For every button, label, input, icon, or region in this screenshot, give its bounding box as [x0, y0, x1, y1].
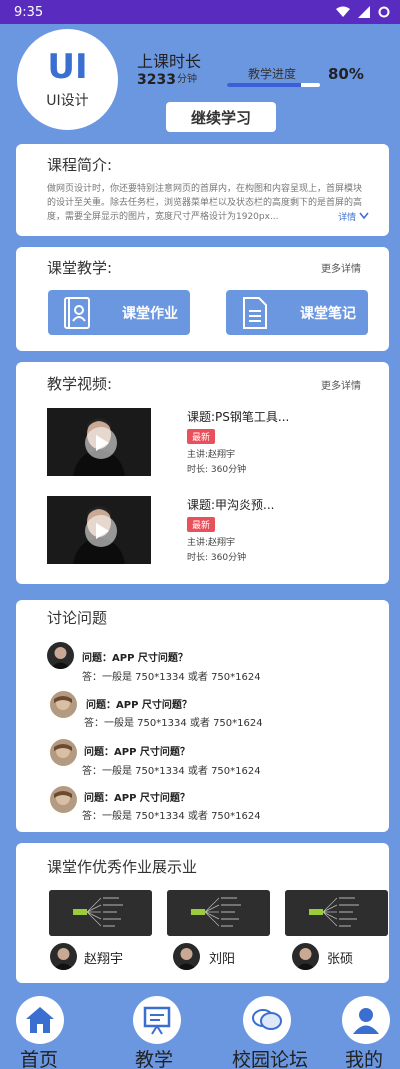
avatar [50, 691, 77, 718]
video-duration: 时长: 360分钟 [187, 465, 247, 475]
video-info: 课题:甲沟炎预... 最新 主讲:赵翔宇 时长: 360分钟 [187, 496, 275, 566]
work-thumbnail[interactable] [49, 890, 152, 936]
mindmap-image [285, 890, 388, 936]
video-card: 教学视频: 更多详情 课题:PS钢笔工具... 最新 主讲:赵翔宇 时长: 36… [16, 362, 389, 584]
answer-text: 答：一般是 750*1334 或者 750*1624 [82, 811, 261, 822]
answer-text: 答：一般是 750*1334 或者 750*1624 [82, 672, 261, 683]
video-thumbnail[interactable] [47, 408, 151, 476]
student-name: 刘阳 [209, 952, 236, 967]
status-bar: 9:35 [0, 0, 400, 24]
video-title[interactable]: 课题:甲沟炎预... [187, 496, 275, 513]
study-minutes: 3233 [137, 72, 176, 88]
course-logo: UI UI设计 [17, 29, 118, 130]
presentation-icon-wrap [133, 996, 181, 1044]
intro-title: 课程简介: [47, 156, 113, 174]
work-thumbnail[interactable] [167, 890, 270, 936]
progress-label: 教学进度 [248, 67, 297, 81]
video-section-title: 教学视频: [47, 375, 113, 393]
avatar [50, 786, 77, 813]
avatar [173, 943, 200, 970]
home-icon-wrap [16, 996, 64, 1044]
battery-icon [378, 6, 390, 18]
showcase-title: 课堂作优秀作业展示业 [47, 858, 198, 876]
progress-bar [227, 83, 320, 87]
student-name: 张硕 [327, 952, 354, 967]
notes-label: 课堂笔记 [300, 305, 356, 322]
video-lecturer: 主讲:赵翔宇 [187, 450, 236, 460]
video-thumbnail[interactable] [47, 496, 151, 564]
detail-link-label: 详情 [338, 213, 357, 223]
question-text[interactable]: 问题：APP 尺寸问题？ [86, 696, 192, 711]
classroom-card: 课堂教学: 更多详情 课堂作业 课堂笔记 [16, 247, 389, 351]
answer-text: 答：一般是 750*1334 或者 750*1624 [84, 718, 263, 729]
chat-bubbles-icon [252, 1009, 282, 1030]
classroom-more-link[interactable]: 更多详情 [321, 260, 361, 275]
discussion-card: 讨论问题 问题：APP 尺寸问题？ 答：一般是 750*1334 或者 750*… [16, 600, 389, 832]
discussion-title: 讨论问题 [47, 609, 108, 627]
signal-icon [358, 6, 370, 18]
logo-subtitle: UI设计 [46, 92, 89, 109]
intro-text: 做网页设计时，你还要特别注意网页的首屏内，在构图和内容呈现上，首屏模块的设计至关… [47, 184, 363, 222]
presentation-icon [143, 1006, 171, 1035]
tab-label: 我的 [345, 1049, 384, 1069]
video-duration: 时长: 360分钟 [187, 553, 247, 563]
avatar [292, 943, 319, 970]
mindmap-image [49, 890, 152, 936]
mindmap-image [167, 890, 270, 936]
chat-bubbles-icon-wrap [243, 996, 291, 1044]
continue-learning-button[interactable]: 继续学习 [166, 102, 276, 132]
question-text[interactable]: 问题：APP 尺寸问题？ [82, 649, 188, 664]
classroom-title: 课堂教学: [47, 259, 113, 277]
wifi-icon [336, 6, 350, 17]
user-icon-wrap [342, 996, 390, 1044]
study-unit: 分钟 [177, 74, 197, 85]
tab-label: 教学 [135, 1049, 174, 1069]
status-time: 9:35 [14, 4, 44, 20]
new-badge: 最新 [187, 517, 216, 532]
question-text[interactable]: 问题：APP 尺寸问题？ [84, 743, 190, 758]
document-icon [243, 296, 267, 329]
progress-value: 80% [328, 65, 364, 83]
homework-label: 课堂作业 [122, 305, 178, 322]
intro-detail-link[interactable]: 详情 [335, 210, 369, 223]
new-badge: 最新 [187, 429, 216, 444]
answer-text: 答：一般是 750*1334 或者 750*1624 [82, 766, 261, 777]
video-more-link[interactable]: 更多详情 [321, 377, 361, 392]
intro-card: 课程简介: 做网页设计时，你还要特别注意网页的首屏内，在构图和内容呈现上，首屏模… [16, 144, 389, 236]
avatar [47, 642, 74, 669]
video-lecturer: 主讲:赵翔宇 [187, 538, 236, 548]
avatar [50, 943, 77, 970]
lecturer-photo [47, 408, 151, 476]
logo-text: UI [47, 46, 88, 87]
question-text[interactable]: 问题：APP 尺寸问题？ [84, 789, 190, 804]
contacts-book-icon [64, 296, 90, 329]
student-name: 赵翔宇 [84, 952, 124, 967]
study-time-label: 上课时长 [137, 52, 202, 71]
notes-button[interactable]: 课堂笔记 [226, 290, 368, 335]
homework-button[interactable]: 课堂作业 [48, 290, 190, 335]
video-info: 课题:PS钢笔工具... 最新 主讲:赵翔宇 时长: 360分钟 [187, 408, 289, 478]
home-icon [26, 1007, 54, 1033]
video-title[interactable]: 课题:PS钢笔工具... [187, 408, 289, 425]
work-thumbnail[interactable] [285, 890, 388, 936]
user-icon [353, 1008, 379, 1034]
tab-label: 校园论坛 [232, 1049, 309, 1069]
lecturer-photo [47, 496, 151, 564]
chevron-down-icon [359, 212, 369, 220]
showcase-card: 课堂作优秀作业展示业 赵翔宇 刘阳 张硕 [16, 843, 389, 983]
tab-label: 首页 [20, 1049, 59, 1069]
avatar [50, 739, 77, 766]
progress-fill [227, 83, 302, 87]
